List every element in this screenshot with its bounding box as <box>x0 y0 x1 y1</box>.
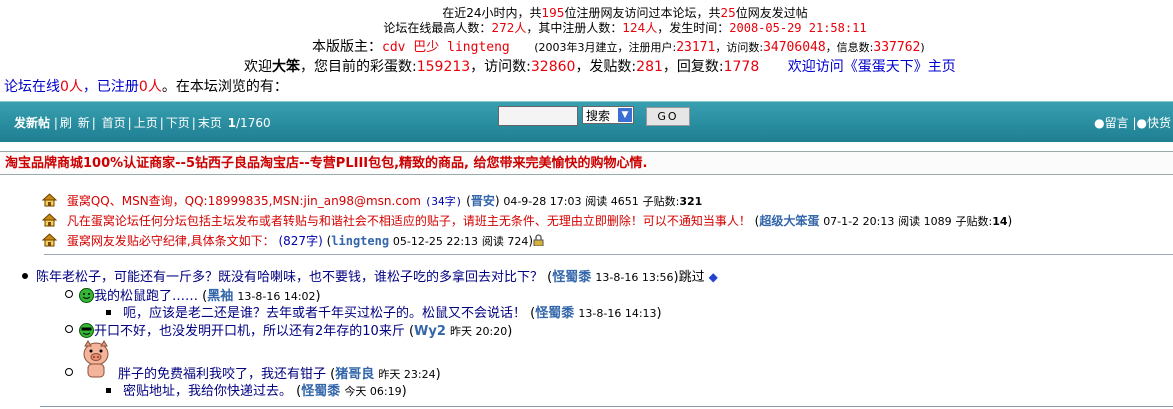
search-type-select[interactable]: 搜索 ▼ <box>582 106 634 124</box>
divider <box>40 406 1173 407</box>
circle-bullet-icon <box>65 368 73 376</box>
search-input[interactable] <box>498 106 578 126</box>
thread-reply: 密贴地址，我给你快递过去。 (怪蜀黍 今天 06:19) <box>106 384 407 400</box>
square-bullet-icon <box>106 388 111 393</box>
refresh-button[interactable]: 刷 <box>60 116 72 130</box>
house-icon <box>41 213 58 227</box>
thread-title[interactable]: 陈年老松子，可能还有一斤多？既没有哈喇味，也不要钱，谁松子吃的多拿回去对比下？ <box>36 270 543 285</box>
thread-reply: 开口不好，也没发明开口机，所以还有2年存的10来斤 (Wy2 昨天 20:20) <box>65 323 512 340</box>
chevron-down-icon: ▼ <box>618 108 632 122</box>
house-icon <box>41 193 58 207</box>
toolbar-right: ●留言 |●快货 <box>1094 116 1171 130</box>
thread-reply: 胖子的免费福利我咬了，我还有钳子 (猪哥良 昨天 23:24) <box>65 367 441 383</box>
welcome-line: 欢迎大笨，您目前的彩蛋数:159213，访问数:32860，发贴数:281，回复… <box>244 59 956 75</box>
divider <box>44 254 1173 255</box>
pinned-author[interactable]: 超级大笨蛋 <box>759 214 819 228</box>
first-page-link[interactable]: 首页 <box>102 116 126 130</box>
quick-link[interactable]: 快货 <box>1147 116 1171 130</box>
pinned-title[interactable]: 蛋窝QQ、MSN查询，QQ:18999835,MSN:jin_an98@msn.… <box>67 194 421 208</box>
house-icon <box>41 233 58 247</box>
go-button[interactable]: GO <box>646 107 690 126</box>
radio-icon: ● <box>1094 116 1105 130</box>
homepage-link[interactable]: 欢迎访问《蛋蛋天下》主页 <box>788 59 956 75</box>
last-page-link[interactable]: 末页 <box>198 116 222 130</box>
prev-page-link[interactable]: 上页 <box>134 116 158 130</box>
thread-root: 陈年老松子，可能还有一斤多？既没有哈喇味，也不要钱，谁松子吃的多拿回去对比下？ … <box>22 269 718 286</box>
pinned-post: 蛋窝QQ、MSN查询，QQ:18999835,MSN:jin_an98@msn.… <box>41 193 702 210</box>
moderators-line: 本版版主：cdv 巴少 lingteng (2003年3月建立，注册用户:231… <box>312 39 925 55</box>
thread-title[interactable]: 胖子的免费福利我咬了，我还有钳子 <box>118 367 326 382</box>
pinned-title[interactable]: 凡在蛋窝论坛任何分坛包括主坛发布或者转贴与和谐社会不相适应的贴子，请班主无条件、… <box>67 214 751 228</box>
skip-link[interactable]: 跳过 <box>679 270 705 285</box>
pinned-post: 凡在蛋窝论坛任何分坛包括主坛发布或者转贴与和谐社会不相适应的贴子，请班主无条件、… <box>41 213 1012 230</box>
square-bullet-icon <box>106 310 111 315</box>
current-page: 1 <box>227 116 237 130</box>
thread-author[interactable]: 怪蜀黍 <box>552 270 591 285</box>
username: 大笨 <box>272 59 300 75</box>
thread-title[interactable]: 开口不好，也没发明开口机，所以还有2年存的10来斤 <box>94 324 405 339</box>
next-page-link[interactable]: 下页 <box>166 116 190 130</box>
pinned-title[interactable]: 蛋窝网友发贴必守纪律,具体条文如下： <box>67 234 275 248</box>
stats-24h: 在近24小时内，共195位注册网友访问过本论坛，共25位网友发过帖 <box>442 6 808 20</box>
new-button[interactable]: 新 <box>78 116 90 130</box>
thread-title[interactable]: 呃，应该是老二还是谁？去年或者千年买过松子的。松鼠又不会说话！ <box>123 306 526 321</box>
thread-author[interactable]: 怪蜀黍 <box>535 306 574 321</box>
pinned-author[interactable]: 晋安 <box>471 194 495 208</box>
thread-reply: 呃，应该是老二还是谁？去年或者千年买过松子的。松鼠又不会说话！ (怪蜀黍 13-… <box>106 306 662 322</box>
bullet-icon <box>22 273 28 279</box>
new-post-button[interactable]: 发新帖 <box>14 116 50 130</box>
toolbar-nav: 发新帖 | 刷 新 | 首页 | 上页 | 下页 | 末页 1/1760 <box>14 116 271 130</box>
thread-author[interactable]: 猪哥良 <box>335 367 374 382</box>
ad-banner[interactable]: 淘宝品牌商城100%认证商家--5钻西子良品淘宝店--专营PLIII包包,精致的… <box>0 151 1173 175</box>
forum-toolbar: 发新帖 | 刷 新 | 首页 | 上页 | 下页 | 末页 1/1760 搜索 ▼ GO ●留言… <box>0 101 1173 142</box>
thread-author[interactable]: Wy2 <box>414 324 446 339</box>
circle-bullet-icon <box>65 290 73 298</box>
smile-icon <box>79 288 94 303</box>
stats-max-online: 论坛在线最高人数：272人，其中注册人数：124人，发生时间：2008-05-2… <box>383 21 867 35</box>
circle-bullet-icon <box>65 325 73 333</box>
thread-title[interactable]: 我的松鼠跑了…… <box>94 289 198 304</box>
pinned-post: 蛋窝网友发贴必守纪律,具体条文如下： (827字) (lingteng 05-1… <box>41 233 544 250</box>
online-status: 论坛在线0人，已注册0人。在本坛浏览的有： <box>4 79 288 95</box>
message-link[interactable]: 留言 <box>1105 116 1129 130</box>
lock-icon <box>533 234 544 248</box>
pinned-author[interactable]: lingteng <box>331 234 389 248</box>
radio-icon: ● <box>1136 116 1147 130</box>
diamond-icon: ◆ <box>708 270 718 284</box>
total-pages: /1760 <box>236 116 271 130</box>
thread-author[interactable]: 黑袖 <box>207 289 233 304</box>
moderator-names[interactable]: cdv 巴少 lingteng <box>382 40 510 55</box>
thread-title[interactable]: 密贴地址，我给你快递过去。 <box>123 384 292 399</box>
thread-author[interactable]: 怪蜀黍 <box>301 384 340 399</box>
thread-reply: 我的松鼠跑了…… (黑袖 13-8-16 14:02) <box>65 288 321 305</box>
cool-face-icon <box>79 323 94 338</box>
